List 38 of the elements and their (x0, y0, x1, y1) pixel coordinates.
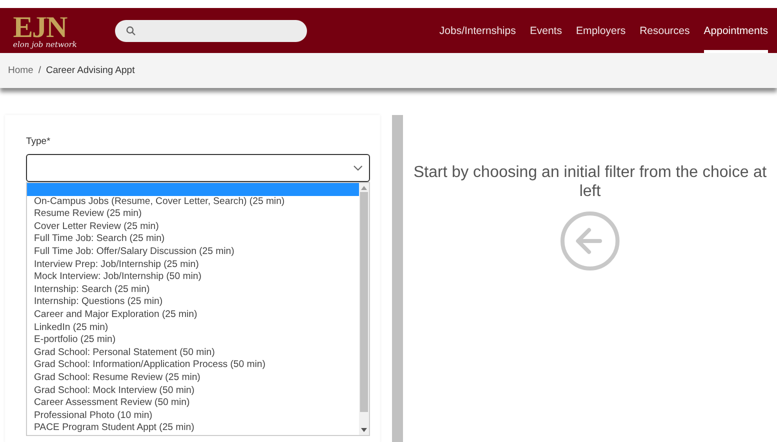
dropdown-option[interactable]: On-Campus Jobs (Resume, Cover Letter, Search) (25 min) (27, 196, 359, 208)
scroll-up-icon (361, 186, 367, 190)
nav-link[interactable]: Resources (640, 8, 690, 53)
dropdown-option[interactable]: Internship: Search (25 min) (27, 284, 359, 296)
dropdown-option[interactable]: Grad School: Mock Interview (50 min) (27, 384, 359, 398)
breadcrumb-separator: / (38, 65, 41, 76)
dropdown-option[interactable]: Professional Photo (10 min) (27, 410, 359, 422)
dropdown-option[interactable]: Full Time Job: Offer/Salary Discussion (25 min) (27, 246, 359, 259)
dropdown-option[interactable]: Internship: Questions (25 min) (27, 296, 359, 309)
type-label: Type* (26, 136, 52, 147)
nav-link[interactable]: Events (530, 8, 562, 53)
nav-link[interactable]: Employers (576, 8, 626, 53)
page-scrollbar[interactable] (392, 115, 403, 442)
dropdown-option[interactable]: Mock Interview: Job/Internship (50 min) (27, 271, 359, 284)
dropdown-option[interactable]: Grad School: Personal Statement (50 min) (27, 346, 359, 360)
dropdown-option[interactable]: Career and Major Exploration (25 min) (27, 308, 359, 322)
dropdown-option[interactable]: Grad School: Information/Application Process (50 min) (27, 359, 359, 372)
list-scrollbar[interactable] (359, 183, 369, 435)
nav-link[interactable]: Jobs/Internships (439, 8, 516, 53)
left-arrow-circle-icon (560, 211, 620, 271)
scrollbar-thumb[interactable] (360, 192, 368, 412)
search-field[interactable] (115, 20, 307, 42)
breadcrumb-link[interactable]: Home (8, 65, 34, 76)
dropdown-option[interactable]: Resume Review (25 min) (27, 208, 359, 221)
type-dropdown[interactable] (26, 154, 370, 182)
scroll-down-icon (361, 428, 367, 432)
dropdown-option[interactable]: E-portfolio (25 min) (27, 334, 359, 347)
dropdown-option[interactable]: Interview Prep: Job/Internship (25 min) (27, 258, 359, 272)
empty-state-message: Start by choosing an initial filter from the choice at left (412, 163, 768, 201)
chevron-icon (353, 165, 363, 171)
search-icon (126, 26, 136, 36)
dropdown-option[interactable]: PACE Program Student Appt (25 min) (27, 422, 359, 435)
dropdown-option[interactable]: Career Assessment Review (50 min) (27, 397, 359, 410)
breadcrumb-current: Career Advising Appt (46, 65, 135, 76)
dropdown-option[interactable]: Grad School: Resume Review (25 min) (27, 372, 359, 384)
dropdown-option[interactable]: LinkedIn (25 min) (27, 322, 359, 334)
dropdown-option[interactable]: Full Time Job: Search (25 min) (27, 233, 359, 246)
dropdown-option[interactable]: Cover Letter Review (25 min) (27, 220, 359, 234)
